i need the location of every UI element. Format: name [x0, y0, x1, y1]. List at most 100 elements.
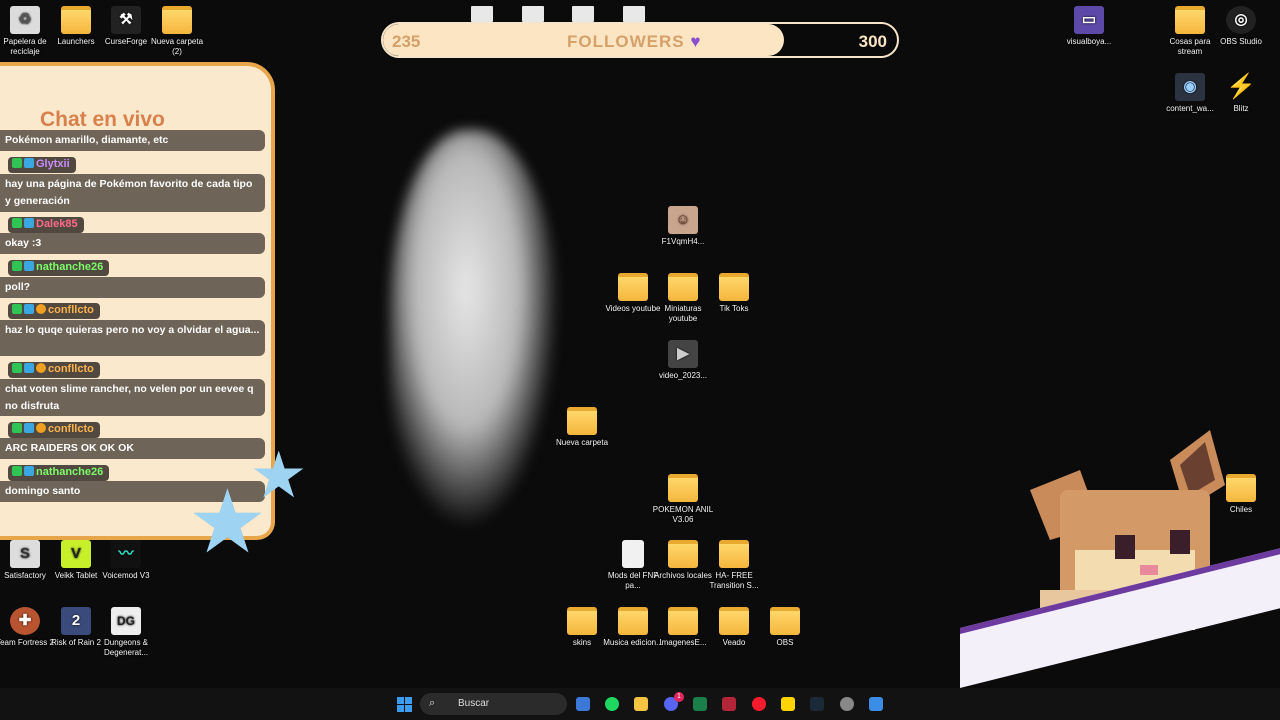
sub-badge-icon — [24, 363, 34, 373]
chat-username: Glytxii — [36, 158, 70, 170]
chat-user-tag: Dalek85 — [8, 217, 84, 233]
app-icon[interactable] — [869, 697, 883, 711]
chat-user-tag: nathanche26 — [8, 465, 110, 481]
desktop-icon-label: Veado — [722, 638, 746, 647]
sub-badge-icon — [24, 158, 34, 168]
chat-message-text: poll? — [5, 281, 31, 293]
folder-icon — [567, 607, 597, 635]
desktop-icon[interactable]: DG Dungeons & Degenerat... — [94, 607, 158, 658]
folder-icon — [668, 474, 698, 502]
chat-username: nathanche26 — [36, 261, 104, 273]
folder-icon — [668, 273, 698, 301]
chat-message-text: ARC RAIDERS OK OK OK — [5, 442, 134, 454]
video-icon: ▶ — [668, 340, 698, 368]
chat-username: confllcto — [48, 363, 94, 375]
image-icon: ☺ — [668, 206, 698, 234]
veikk-icon: V — [61, 540, 91, 568]
desktop-icon[interactable]: ▭ visualboya... — [1057, 6, 1121, 47]
desktop-icon[interactable]: ◎ OBS Studio — [1209, 6, 1273, 47]
folder-icon — [719, 540, 749, 568]
outlook-icon[interactable] — [576, 697, 590, 711]
curseforge-icon: ⚒ — [111, 6, 141, 34]
desktop-icon-label: Voicemod V3 — [102, 571, 150, 580]
folder-icon — [719, 607, 749, 635]
mod-badge-icon — [12, 158, 22, 168]
desktop-icon-label: CurseForge — [104, 37, 148, 46]
chat-message: Pokémon amarillo, diamante, etc — [0, 130, 265, 151]
ghost-figure — [390, 130, 560, 530]
followers-goal: 300 — [858, 32, 887, 51]
folder-icon — [618, 607, 648, 635]
desktop-icon[interactable]: ▶ video_2023... — [651, 340, 715, 381]
followers-label: FOLLOWERS — [567, 32, 685, 51]
obs-icon: ◎ — [1226, 6, 1256, 34]
mod-badge-icon — [12, 363, 22, 373]
sticky-notes-icon[interactable] — [781, 697, 795, 711]
desktop-icon-label: OBS — [776, 638, 794, 647]
bits-badge-icon — [36, 363, 46, 373]
mod-badge-icon — [12, 423, 22, 433]
chat-user-tag: Glytxii — [8, 157, 76, 173]
discord-notification-badge: 1 — [674, 692, 684, 702]
desktop-icon-label: ImagenesE... — [659, 638, 707, 647]
recycle-bin-icon: ♻ — [10, 6, 40, 34]
tf2-icon: ✚ — [10, 607, 40, 635]
windows-start-icon[interactable] — [397, 697, 412, 712]
folder-icon — [770, 607, 800, 635]
blitz-icon: ⚡ — [1226, 73, 1256, 100]
steam-icon[interactable] — [810, 697, 824, 711]
mod-badge-icon — [12, 466, 22, 476]
followers-current: 235 — [392, 32, 421, 51]
desktop-icon[interactable]: 〰 Voicemod V3 — [94, 540, 158, 581]
chat-message-text: hay una página de Pokémon favorito de ca… — [5, 178, 253, 207]
desktop-icon[interactable]: POKEMON ANIL V3.06 — [651, 474, 715, 525]
desktop-icon-label: Nueva carpeta (2) — [150, 37, 204, 56]
bits-badge-icon — [36, 423, 46, 433]
chat-message-text: chat voten slime rancher, no velen por u… — [5, 383, 254, 412]
opera-gx-icon[interactable] — [752, 697, 766, 711]
desktop-icon-label: HA- FREE Transition S... — [709, 571, 759, 590]
desktop-icon-label: content_wa... — [1166, 104, 1214, 113]
bits-badge-icon — [36, 304, 46, 314]
valorant-icon[interactable] — [722, 697, 736, 711]
desktop-icon[interactable]: ⚡ Blitz — [1209, 73, 1273, 114]
desktop-icon-label: Nueva carpeta — [555, 438, 609, 447]
desktop-icon[interactable]: OBS — [753, 607, 817, 648]
desktop-icon[interactable]: Tik Toks — [702, 273, 766, 314]
purple-heart-icon: ♥ — [690, 32, 702, 51]
desktop-icon-label: Papelera de reciclaje — [3, 37, 47, 56]
chat-username: Dalek85 — [36, 218, 78, 230]
desktop-icon[interactable]: Nueva carpeta — [550, 407, 614, 448]
desktop-icon-label: Dungeons & Degenerat... — [103, 638, 149, 657]
mod-badge-icon — [12, 261, 22, 271]
desktop-icon-label: skins — [572, 638, 592, 647]
desktop-icon-label: Veikk Tablet — [54, 571, 98, 580]
chat-user-tag: confllcto — [8, 422, 100, 438]
app-icon[interactable] — [693, 697, 707, 711]
taskbar-search-input[interactable]: ⌕ Buscar — [420, 693, 567, 715]
chat-username: confllcto — [48, 423, 94, 435]
chat-message: hay una página de Pokémon favorito de ca… — [0, 174, 265, 212]
chat-message: haz lo quqe quieras pero no voy a olvida… — [0, 320, 265, 356]
spotify-icon[interactable] — [605, 697, 619, 711]
star-decoration: ★ — [188, 472, 267, 571]
file-explorer-icon[interactable] — [634, 697, 648, 711]
chat-message: chat voten slime rancher, no velen por u… — [0, 379, 265, 416]
desktop-icon-label: Cosas para stream — [1169, 37, 1211, 56]
sub-badge-icon — [24, 423, 34, 433]
followers-label-group: FOLLOWERS ♥ — [567, 32, 701, 52]
desktop-icon[interactable]: HA- FREE Transition S... — [702, 540, 766, 591]
chat-message-text: domingo santo — [5, 485, 81, 497]
folder-icon — [668, 607, 698, 635]
folder-icon — [1175, 6, 1205, 34]
desktop-icon-label: Launchers — [57, 37, 95, 46]
desktop-icon[interactable]: Nueva carpeta (2) — [145, 6, 209, 57]
voicemod-icon: 〰 — [111, 540, 141, 568]
settings-gear-icon[interactable] — [840, 697, 854, 711]
desktop-icon-label: Tik Toks — [719, 304, 749, 313]
folder-icon — [719, 273, 749, 301]
chat-username: nathanche26 — [36, 466, 104, 478]
desktop-icon[interactable]: ☺ F1VqmH4... — [651, 206, 715, 247]
chat-user-tag: confllcto — [8, 303, 100, 319]
desktop-icon-label: visualboya... — [1066, 37, 1112, 46]
